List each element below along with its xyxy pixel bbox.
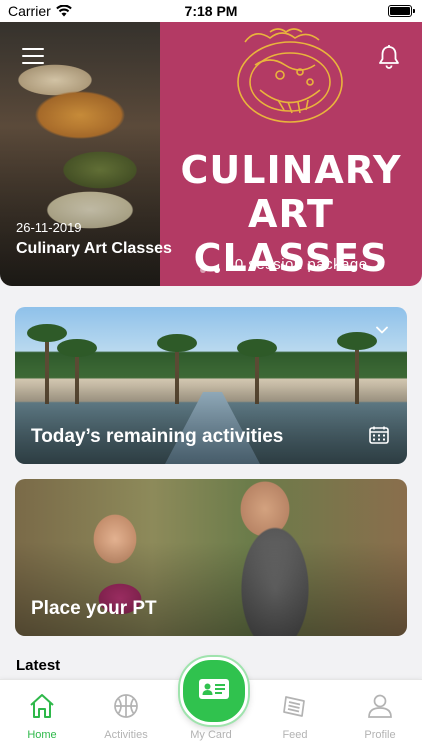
battery-icon — [388, 5, 415, 17]
tab-profile[interactable]: Profile — [338, 680, 422, 751]
place-pt-card[interactable]: Place your PT — [15, 479, 407, 636]
plate-illustration — [237, 28, 343, 123]
bell-icon[interactable] — [377, 44, 401, 70]
chevron-down-icon[interactable] — [375, 323, 389, 337]
tab-profile-label: Profile — [364, 729, 396, 741]
tab-feed[interactable]: Feed — [253, 680, 337, 751]
remaining-activities-card[interactable]: Today’s remaining activities — [15, 307, 407, 464]
basketball-icon — [114, 694, 138, 718]
home-icon — [30, 694, 54, 718]
remaining-activities-label: Today’s remaining activities — [31, 426, 284, 447]
clock: 7:18 PM — [184, 3, 238, 19]
tab-my-card-label: My Card — [190, 729, 232, 741]
profile-icon — [368, 694, 392, 718]
tab-activities[interactable]: Activities — [84, 680, 168, 751]
status-bar: Carrier 7:18 PM — [0, 0, 422, 22]
hero-carousel[interactable]: CULINARY ART CLASSES 10 session package … — [0, 20, 422, 286]
latest-section-title: Latest — [16, 657, 61, 674]
carousel-dot[interactable] — [200, 267, 206, 273]
id-card-icon — [199, 679, 229, 699]
newspaper-icon — [283, 696, 305, 717]
carousel-pagination[interactable] — [200, 267, 220, 273]
calendar-icon[interactable] — [369, 426, 389, 444]
hero-title[interactable]: Culinary Art Classes — [16, 240, 172, 258]
tab-home-label: Home — [27, 729, 57, 741]
menu-icon[interactable] — [22, 48, 44, 64]
place-pt-label: Place your PT — [31, 598, 157, 619]
tab-feed-label: Feed — [282, 729, 308, 741]
poster-subtitle: 10 session package — [226, 256, 368, 273]
poster-heading-line1: CULINARY — [180, 148, 402, 192]
hero-date: 26-11-2019 — [16, 220, 82, 235]
tab-activities-label: Activities — [104, 729, 148, 741]
tab-home[interactable]: Home — [0, 680, 84, 751]
carousel-dot-active[interactable] — [214, 267, 220, 273]
my-card-button[interactable] — [180, 657, 248, 725]
